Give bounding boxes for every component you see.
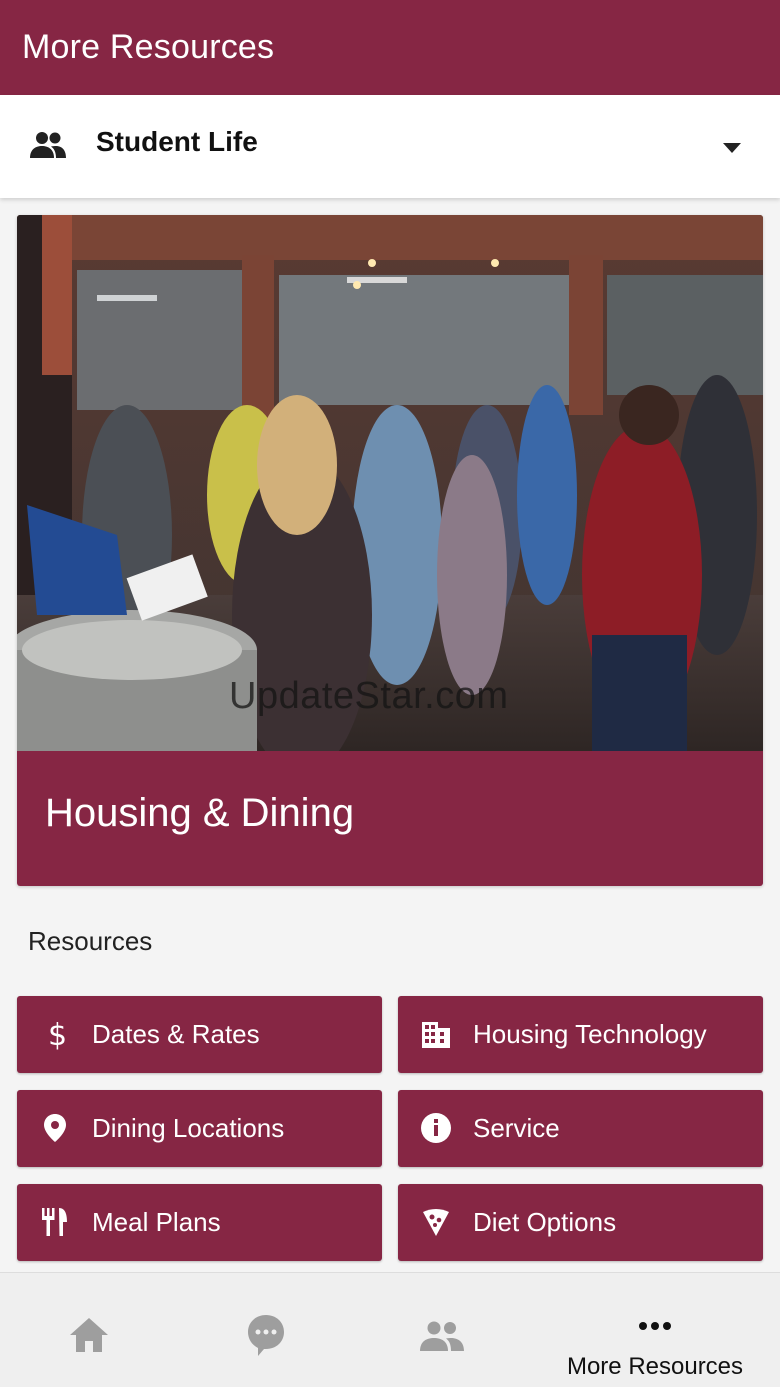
- hero-photo: [17, 215, 763, 751]
- info-icon: [420, 1112, 452, 1144]
- diet-options-label: Diet Options: [473, 1207, 617, 1237]
- home-icon: [70, 1318, 108, 1357]
- housing-technology-button[interactable]: Housing Technology: [398, 996, 763, 1073]
- service-button[interactable]: Service: [398, 1090, 763, 1167]
- app-bar: More Resources: [0, 0, 780, 95]
- dollar-icon: $: [39, 1018, 71, 1050]
- hero-title: Housing & Dining: [45, 791, 355, 835]
- category-selector-label: Student Life: [96, 126, 258, 157]
- chat-icon: [246, 1313, 286, 1362]
- nav-more-resources[interactable]: More Resources: [545, 1273, 765, 1387]
- nav-student-life[interactable]: [402, 1273, 482, 1387]
- building-icon: [420, 1018, 452, 1050]
- dining-locations-label: Dining Locations: [92, 1113, 285, 1143]
- meal-plans-button[interactable]: Meal Plans: [17, 1184, 382, 1261]
- bottom-navigation: More Resources: [0, 1272, 780, 1387]
- more-icon: [638, 1318, 672, 1336]
- people-icon: [420, 1321, 464, 1356]
- people-icon: [30, 131, 66, 159]
- category-selector[interactable]: Student Life: [0, 95, 780, 198]
- hero-footer: Housing & Dining: [17, 751, 763, 886]
- dining-locations-button[interactable]: Dining Locations: [17, 1090, 382, 1167]
- svg-text:$: $: [48, 1018, 67, 1050]
- watermark: UpdateStar.com: [229, 675, 509, 717]
- nav-chat[interactable]: [226, 1273, 306, 1387]
- nav-more-resources-label: More Resources: [566, 1353, 744, 1380]
- page-title: More Resources: [22, 28, 275, 66]
- pizza-icon: [420, 1206, 452, 1238]
- dates-rates-label: Dates & Rates: [92, 1019, 260, 1049]
- restaurant-icon: [39, 1206, 71, 1238]
- housing-technology-label: Housing Technology: [473, 1019, 707, 1049]
- housing-dining-card[interactable]: Housing & Dining: [17, 215, 763, 886]
- nav-home[interactable]: [49, 1273, 129, 1387]
- dropdown-caret-icon[interactable]: [723, 140, 741, 158]
- service-label: Service: [473, 1113, 560, 1143]
- meal-plans-label: Meal Plans: [92, 1207, 221, 1237]
- resources-heading: Resources: [28, 926, 153, 956]
- diet-options-button[interactable]: Diet Options: [398, 1184, 763, 1261]
- dates-rates-button[interactable]: $ Dates & Rates: [17, 996, 382, 1073]
- location-pin-icon: [39, 1112, 71, 1144]
